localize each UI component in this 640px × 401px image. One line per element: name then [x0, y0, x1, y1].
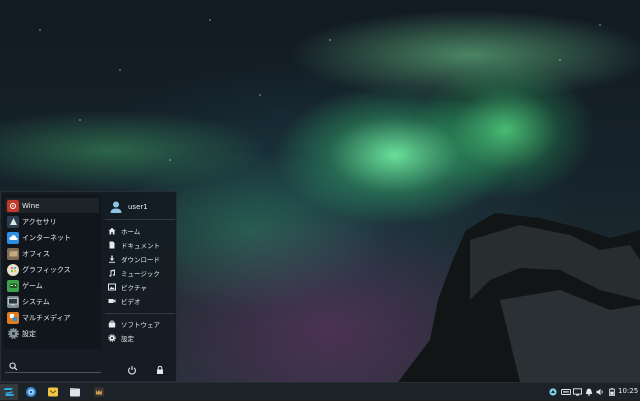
search-icon	[9, 361, 18, 370]
office-icon	[7, 247, 19, 260]
category-multimedia[interactable]: マルチメディア	[5, 310, 99, 325]
category-label: インターネット	[22, 233, 71, 242]
search-input[interactable]	[21, 362, 101, 370]
category-wine[interactable]: Wine	[5, 198, 99, 213]
settings-gear-icon	[108, 333, 116, 342]
category-label: ゲーム	[22, 281, 43, 290]
place-label: ダウンロード	[121, 255, 160, 264]
notification-icon[interactable]	[585, 388, 593, 396]
taskbar-mail[interactable]	[44, 384, 62, 400]
place-label: ミュージック	[121, 269, 160, 278]
category-label: アクセサリ	[22, 217, 57, 226]
category-settings[interactable]: 設定	[5, 326, 99, 341]
web-browser-icon	[26, 387, 36, 397]
music-icon	[109, 269, 115, 277]
category-internet[interactable]: インターネット	[5, 230, 99, 245]
category-system[interactable]: システム	[5, 294, 99, 309]
menu-divider	[105, 313, 175, 314]
settings-gear-icon	[7, 328, 19, 340]
category-label: マルチメディア	[22, 313, 71, 322]
download-icon	[109, 255, 115, 263]
menu-search[interactable]	[5, 360, 101, 373]
place-documents[interactable]: ドキュメント	[105, 238, 175, 251]
clock[interactable]: 10:25	[618, 387, 638, 395]
internet-cloud-icon	[7, 231, 19, 244]
system-software[interactable]: ソフトウェア	[105, 317, 175, 330]
document-icon	[109, 241, 115, 248]
display-icon[interactable]	[573, 388, 582, 396]
software-bag-icon	[108, 319, 116, 327]
video-icon	[108, 298, 116, 303]
wine-icon	[7, 199, 19, 212]
user-name: user1	[128, 203, 148, 211]
zorin-menu-icon	[3, 388, 15, 396]
volume-icon[interactable]	[596, 388, 604, 396]
power-icon[interactable]	[127, 365, 137, 375]
system-monitor-icon	[7, 295, 19, 308]
battery-icon[interactable]	[609, 388, 615, 396]
taskbar-browser[interactable]	[22, 384, 40, 400]
start-menu: Wine アクセサリ インターネット オフィス グラフィックス ゲーム システム…	[0, 191, 177, 382]
network-icon[interactable]	[549, 388, 557, 396]
menu-launcher-button[interactable]	[0, 384, 18, 400]
user-account[interactable]: user1	[105, 198, 148, 216]
lock-icon[interactable]	[155, 365, 165, 375]
place-pictures[interactable]: ピクチャ	[105, 280, 175, 293]
category-games[interactable]: ゲーム	[5, 278, 99, 293]
place-label: ホーム	[121, 227, 141, 236]
category-list: Wine アクセサリ インターネット オフィス グラフィックス ゲーム システム…	[3, 194, 101, 349]
mail-icon	[48, 387, 58, 397]
system-label: 設定	[121, 334, 134, 343]
place-home[interactable]: ホーム	[105, 224, 175, 237]
place-videos[interactable]: ビデオ	[105, 294, 175, 307]
category-label: Wine	[22, 201, 40, 210]
place-label: ビデオ	[121, 297, 141, 306]
place-label: ドキュメント	[121, 241, 160, 250]
cat-app-icon	[94, 387, 104, 397]
accessories-icon	[7, 215, 19, 228]
place-downloads[interactable]: ダウンロード	[105, 252, 175, 265]
games-controller-icon	[7, 279, 19, 292]
system-settings[interactable]: 設定	[105, 331, 175, 344]
keyboard-icon[interactable]	[561, 388, 571, 396]
user-avatar-icon	[110, 201, 122, 213]
system-label: ソフトウェア	[121, 320, 160, 329]
category-accessories[interactable]: アクセサリ	[5, 214, 99, 229]
category-label: グラフィックス	[22, 265, 71, 274]
category-label: 設定	[22, 329, 36, 338]
place-music[interactable]: ミュージック	[105, 266, 175, 279]
pictures-icon	[108, 283, 116, 290]
taskbar-files[interactable]	[66, 384, 84, 400]
taskbar: 10:25	[0, 382, 640, 401]
category-label: システム	[22, 297, 50, 306]
graphics-palette-icon	[7, 263, 19, 276]
home-icon	[108, 227, 116, 234]
taskbar-app[interactable]	[90, 384, 108, 400]
files-icon	[70, 388, 80, 397]
category-label: オフィス	[22, 249, 50, 258]
category-graphics[interactable]: グラフィックス	[5, 262, 99, 277]
place-label: ピクチャ	[121, 283, 147, 292]
category-office[interactable]: オフィス	[5, 246, 99, 261]
multimedia-icon	[7, 311, 19, 324]
menu-divider	[105, 219, 175, 220]
